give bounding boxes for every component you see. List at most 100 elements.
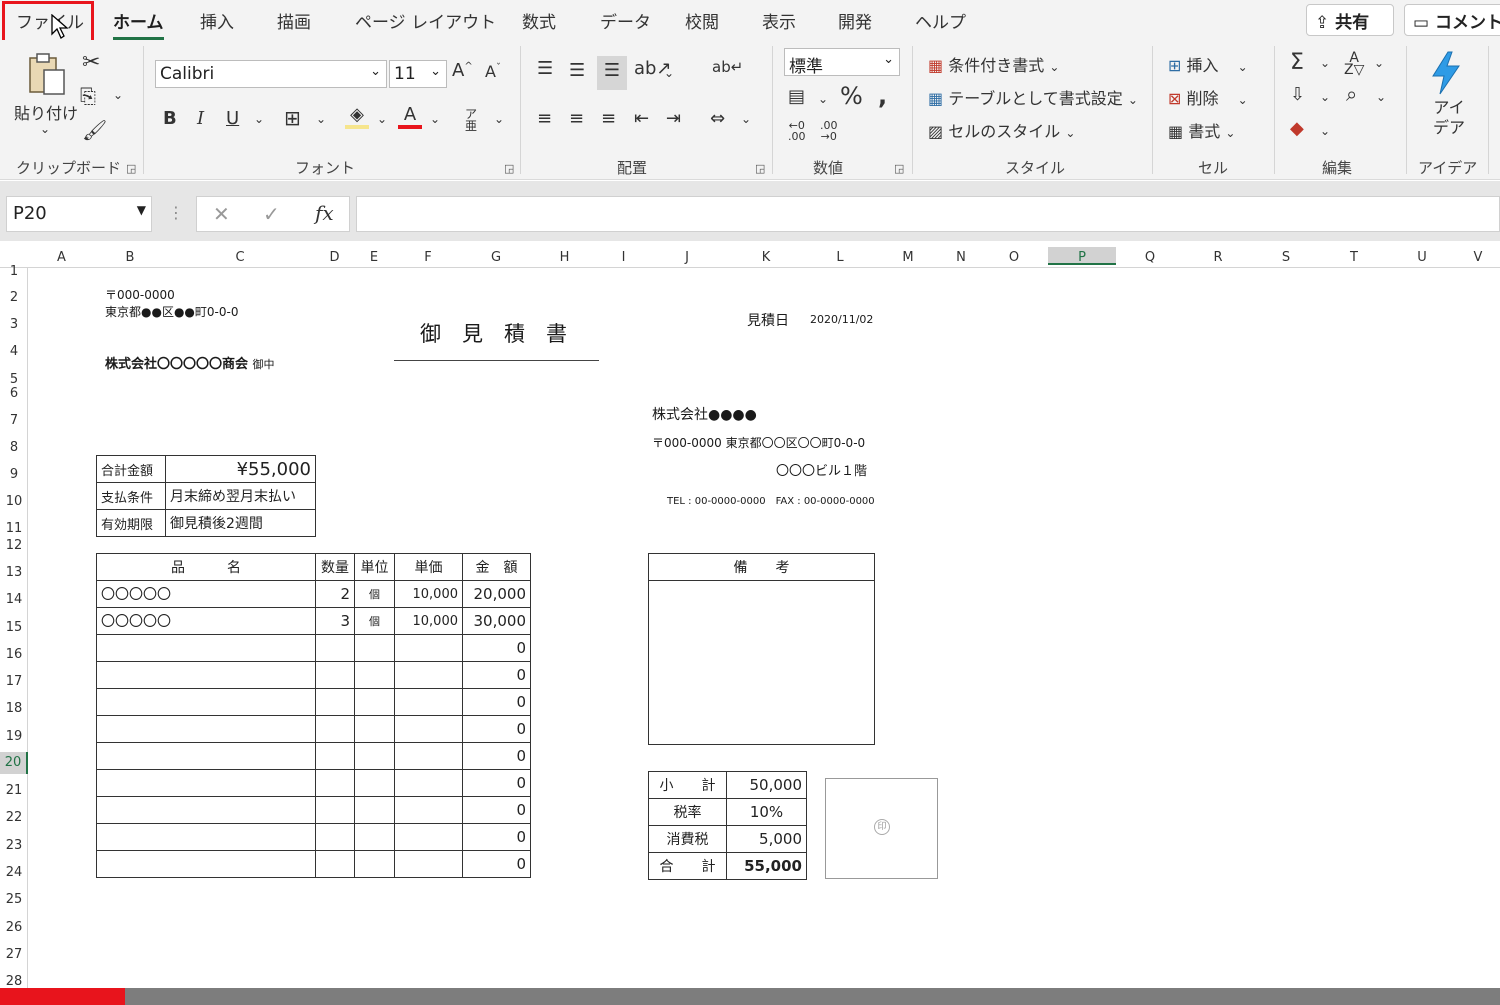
row-header-7[interactable]: 7: [0, 413, 28, 428]
formula-input[interactable]: [356, 196, 1500, 232]
row-header-8[interactable]: 8: [0, 440, 28, 455]
item-unit-cell[interactable]: [354, 661, 395, 689]
item-unit-price-cell[interactable]: [394, 661, 463, 689]
autosum-icon[interactable]: Σ: [1290, 50, 1304, 75]
increase-decimal-icon[interactable]: ←0.00: [788, 120, 806, 142]
tab-developer[interactable]: 開発: [838, 8, 872, 33]
autosum-dropdown-icon[interactable]: ⌄: [1320, 56, 1330, 70]
row-header-10[interactable]: 10: [0, 494, 28, 509]
item-quantity-cell[interactable]: [315, 688, 355, 716]
format-as-table-button[interactable]: ▦ テーブルとして書式設定 ⌄: [928, 85, 1138, 109]
align-bottom-icon[interactable]: ☰: [597, 56, 627, 90]
font-color-dropdown-icon[interactable]: ⌄: [430, 112, 440, 126]
item-name-cell[interactable]: [96, 715, 316, 743]
column-header-t[interactable]: T: [1320, 250, 1388, 265]
item-name-cell[interactable]: [96, 688, 316, 716]
item-name-cell[interactable]: 〇〇〇〇〇: [96, 580, 316, 608]
align-left-icon[interactable]: ≡: [537, 108, 552, 129]
row-header-24[interactable]: 24: [0, 865, 28, 880]
column-header-h[interactable]: H: [530, 250, 599, 265]
paste-button-label[interactable]: 貼り付け: [14, 100, 78, 124]
increase-font-icon[interactable]: A^: [452, 60, 473, 81]
row-header-6[interactable]: 6: [0, 386, 28, 401]
cell-styles-button[interactable]: ▨ セルのスタイル ⌄: [928, 118, 1075, 142]
conditional-formatting-button[interactable]: ▦ 条件付き書式 ⌄: [928, 52, 1059, 76]
increase-indent-icon[interactable]: ⇥: [666, 108, 681, 129]
row-header-23[interactable]: 23: [0, 838, 28, 853]
insert-function-icon[interactable]: fx: [315, 201, 334, 225]
font-color-icon[interactable]: A: [398, 104, 422, 129]
align-center-icon[interactable]: ≡: [569, 108, 584, 129]
column-header-i[interactable]: I: [599, 250, 648, 265]
row-header-5[interactable]: 5: [0, 372, 28, 387]
item-unit-cell[interactable]: [354, 769, 395, 797]
tab-view[interactable]: 表示: [762, 8, 796, 33]
percent-icon[interactable]: %: [840, 82, 863, 110]
column-header-j[interactable]: J: [648, 250, 726, 265]
decrease-indent-icon[interactable]: ⇤: [634, 108, 649, 129]
fill-icon[interactable]: ⇩: [1290, 84, 1305, 105]
row-header-26[interactable]: 26: [0, 920, 28, 935]
comma-style-icon[interactable]: ,: [878, 82, 887, 110]
tab-draw[interactable]: 描画: [277, 8, 311, 33]
row-header-1[interactable]: 1: [0, 264, 28, 279]
item-amount-cell[interactable]: 0: [462, 661, 531, 689]
row-header-18[interactable]: 18: [0, 701, 28, 716]
item-name-cell[interactable]: [96, 742, 316, 770]
item-unit-cell[interactable]: [354, 850, 395, 878]
item-unit-price-cell[interactable]: [394, 742, 463, 770]
row-header-19[interactable]: 19: [0, 729, 28, 744]
item-unit-price-cell[interactable]: [394, 796, 463, 824]
bold-icon[interactable]: B: [163, 108, 177, 129]
column-header-p[interactable]: P: [1048, 247, 1116, 265]
row-header-2[interactable]: 2: [0, 290, 28, 305]
item-amount-cell[interactable]: 0: [462, 715, 531, 743]
item-quantity-cell[interactable]: [315, 796, 355, 824]
item-quantity-cell[interactable]: [315, 715, 355, 743]
clear-dropdown-icon[interactable]: ⌄: [1320, 124, 1330, 138]
cut-icon[interactable]: ✂: [82, 50, 100, 75]
column-header-v[interactable]: V: [1456, 250, 1500, 265]
row-header-9[interactable]: 9: [0, 467, 28, 482]
wrap-text-icon[interactable]: ab↵: [712, 58, 743, 76]
column-header-e[interactable]: E: [354, 250, 394, 265]
item-amount-cell[interactable]: 30,000: [462, 607, 531, 635]
tab-help[interactable]: ヘルプ: [915, 8, 966, 33]
row-header-28[interactable]: 28: [0, 974, 28, 989]
format-cells-button[interactable]: ▦ 書式 ⌄: [1168, 118, 1235, 142]
border-dropdown-icon[interactable]: ⌄: [316, 112, 326, 126]
delete-cells-button[interactable]: ⊠ 削除 ⌄: [1168, 85, 1248, 109]
accounting-dropdown-icon[interactable]: ⌄: [818, 92, 828, 106]
remarks-body[interactable]: [648, 580, 875, 745]
column-header-s[interactable]: S: [1252, 250, 1320, 265]
underline-dropdown-icon[interactable]: ⌄: [254, 112, 264, 126]
item-unit-price-cell[interactable]: [394, 715, 463, 743]
item-amount-cell[interactable]: 0: [462, 742, 531, 770]
accounting-format-icon[interactable]: ▤: [788, 86, 805, 107]
column-header-r[interactable]: R: [1184, 250, 1252, 265]
column-header-k[interactable]: K: [726, 250, 806, 265]
row-header-3[interactable]: 3: [0, 317, 28, 332]
cancel-icon[interactable]: ✕: [213, 202, 230, 226]
alignment-launcher-icon[interactable]: ◲: [755, 162, 765, 175]
column-header-f[interactable]: F: [394, 250, 462, 265]
font-launcher-icon[interactable]: ◲: [504, 162, 514, 175]
item-unit-price-cell[interactable]: [394, 769, 463, 797]
tab-page-layout[interactable]: ページ レイアウト: [355, 8, 496, 33]
column-header-c[interactable]: C: [165, 250, 315, 265]
item-name-cell[interactable]: 〇〇〇〇〇: [96, 607, 316, 635]
item-unit-cell[interactable]: [354, 823, 395, 851]
fill-color-icon[interactable]: ◈: [345, 104, 369, 129]
row-header-16[interactable]: 16: [0, 647, 28, 662]
item-quantity-cell[interactable]: [315, 823, 355, 851]
tab-formulas[interactable]: 数式: [522, 8, 556, 33]
row-header-25[interactable]: 25: [0, 892, 28, 907]
sort-filter-dropdown-icon[interactable]: ⌄: [1374, 56, 1384, 70]
item-amount-cell[interactable]: 0: [462, 769, 531, 797]
column-header-m[interactable]: M: [874, 250, 942, 265]
item-name-cell[interactable]: [96, 850, 316, 878]
align-middle-icon[interactable]: ☰: [569, 60, 585, 81]
phonetic-dropdown-icon[interactable]: ⌄: [494, 112, 504, 126]
item-unit-price-cell[interactable]: [394, 850, 463, 878]
column-header-q[interactable]: Q: [1116, 250, 1184, 265]
